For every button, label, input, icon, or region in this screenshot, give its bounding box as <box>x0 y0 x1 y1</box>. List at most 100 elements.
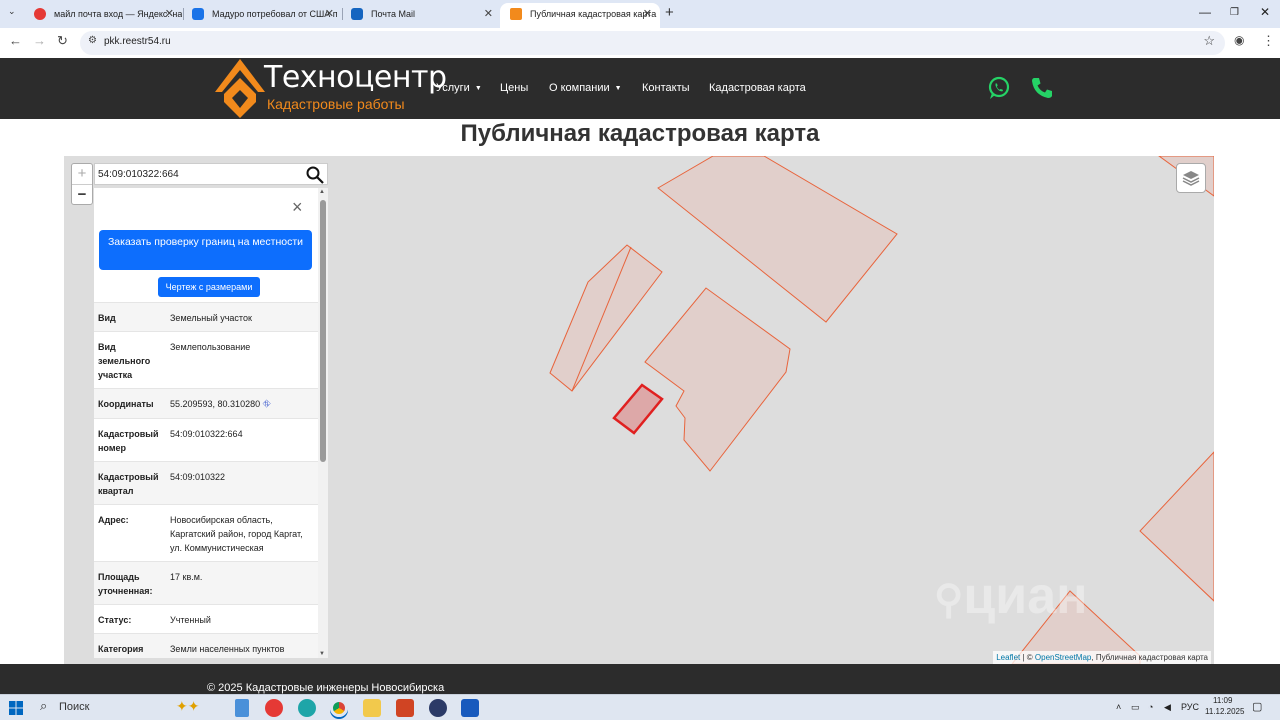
caret-down-icon: ▼ <box>474 85 482 92</box>
menu-contacts[interactable]: Контакты <box>642 82 690 94</box>
tray-network-icon[interactable]: ▭ <box>1131 702 1140 713</box>
bookmark-star-icon[interactable]: ☆ <box>1203 33 1215 49</box>
selected-parcel[interactable] <box>612 383 664 435</box>
panel-scrollbar[interactable]: ▲ ▼ <box>318 188 328 658</box>
info-row: Статус: Учтенный <box>94 604 318 633</box>
taskbar-search[interactable]: Поиск <box>59 701 89 713</box>
cadastral-search-box <box>94 163 328 185</box>
taskbar-powerpoint-icon[interactable] <box>396 699 414 717</box>
menu-cadastral-map[interactable]: Кадастровая карта <box>709 82 806 94</box>
menu-services[interactable]: Услуги ▼ <box>436 82 482 94</box>
forward-icon[interactable]: → <box>33 33 46 48</box>
tray-overflow-icon[interactable]: ˄ <box>1116 702 1121 712</box>
menu-prices[interactable]: Цены <box>500 82 528 94</box>
close-tab-icon[interactable]: ✕ <box>165 3 174 25</box>
info-key: Координаты <box>98 399 154 409</box>
copilot-sparkle-icon[interactable]: ✦✦ <box>176 698 199 715</box>
scroll-up-icon[interactable]: ▲ <box>319 189 325 195</box>
menu-label: Услуги <box>436 82 470 94</box>
taskbar-search-icon[interactable]: ⌕ <box>40 698 47 714</box>
close-panel-icon[interactable]: × <box>292 198 303 216</box>
cadastral-search-input[interactable] <box>98 167 298 181</box>
windows-start-icon[interactable] <box>9 701 23 715</box>
url-text[interactable]: pkk.reestr54.ru <box>104 36 171 47</box>
info-key: Адрес: <box>98 515 129 525</box>
coordinates-text: 55.209593, 80.310280 <box>170 399 261 409</box>
layers-button[interactable] <box>1176 163 1206 193</box>
site-info-icon[interactable]: ⚙ <box>88 35 97 46</box>
cadastral-map[interactable]: ⚲циан + − × Заказать проверку границ на … <box>64 156 1214 664</box>
taskbar-yandex-icon[interactable] <box>429 699 447 717</box>
address-bar-row: ← → ↻ ⚙ pkk.reestr54.ru ☆ ◉ ⋮ <box>0 28 1280 58</box>
close-tab-icon[interactable]: ✕ <box>643 3 652 25</box>
close-tab-icon[interactable]: ✕ <box>484 3 493 25</box>
site-header: Техноцентр Кадастровые работы Услуги ▼ Це… <box>0 58 1280 119</box>
close-tab-icon[interactable]: ✕ <box>325 3 334 25</box>
back-icon[interactable]: ← <box>9 33 22 48</box>
route-icon[interactable]: ⛗ <box>263 399 271 410</box>
info-key: Кадастровый номер <box>98 429 159 453</box>
footer-copyright: © 2025 Кадастровые инженеры Новосибирска <box>207 682 445 694</box>
whatsapp-icon[interactable] <box>987 76 1011 100</box>
info-value-coordinates: 55.209593, 80.310280 ⛗ <box>170 397 314 412</box>
phone-icon[interactable] <box>1030 76 1054 100</box>
close-window-icon[interactable]: ✕ <box>1260 5 1270 19</box>
browser-tab-news[interactable]: Мадуро потребовал от США п ✕ <box>182 3 342 28</box>
notifications-icon[interactable]: ▢ <box>1252 700 1262 713</box>
taskbar-chrome-icon[interactable] <box>330 699 348 717</box>
info-row: Категория земель Земли населенных пунктов <box>94 633 318 658</box>
osm-link[interactable]: OpenStreetMap <box>1035 653 1091 662</box>
omnibox[interactable]: ⚙ pkk.reestr54.ru ☆ <box>80 31 1225 55</box>
info-value: 54:09:010322:664 <box>170 429 243 439</box>
minimize-icon[interactable]: — <box>1199 5 1211 19</box>
search-icon[interactable] <box>306 166 324 184</box>
taskbar-word-icon[interactable] <box>461 699 479 717</box>
parcel[interactable] <box>657 156 898 323</box>
tab-search-dropdown-icon[interactable]: ⌄ <box>8 6 16 17</box>
tray-language[interactable]: РУС <box>1181 702 1199 712</box>
taskbar-app-files-icon[interactable] <box>235 699 249 717</box>
info-row: Кадастровый номер 54:09:010322:664 <box>94 418 318 461</box>
parcel[interactable] <box>549 244 663 392</box>
order-boundary-check-button[interactable]: Заказать проверку границ на местности <box>99 230 312 270</box>
windows-taskbar: ⌕ Поиск ✦✦ ˄ ▭ ◔ ◀ РУС 11:09 11.12.2025 … <box>0 694 1280 720</box>
tab-title: Публичная кадастровая карта <box>530 9 657 19</box>
browser-tab-yandex[interactable]: майл почта вход — Яндекс: на ✕ <box>24 3 182 28</box>
parcel[interactable] <box>1139 451 1214 602</box>
leaflet-link[interactable]: Leaflet <box>996 653 1020 662</box>
info-value: Землепользование <box>170 342 251 352</box>
watermark-pin-icon: ⚲ <box>934 578 964 622</box>
parcel-info-panel: × Заказать проверку границ на местности … <box>94 188 328 658</box>
page-title: Публичная кадастровая карта <box>460 120 820 147</box>
taskbar-file-explorer-icon[interactable] <box>363 699 381 717</box>
scrollbar-thumb[interactable] <box>320 200 326 462</box>
taskbar-edge-icon[interactable] <box>298 699 316 717</box>
info-row: Вид Земельный участок <box>94 302 318 331</box>
tekhnocentr-logo-icon[interactable] <box>214 58 266 119</box>
zoom-out-button[interactable]: − <box>72 184 92 204</box>
tray-date[interactable]: 11.12.2025 <box>1205 707 1244 716</box>
tray-wifi-icon[interactable]: ◔ <box>1148 702 1153 712</box>
restore-icon[interactable]: ❐ <box>1230 7 1239 18</box>
reload-icon[interactable]: ↻ <box>57 33 68 49</box>
info-row: Вид земельного участка Землепользование <box>94 331 318 388</box>
tray-volume-icon[interactable]: ◀ <box>1164 702 1171 713</box>
browser-tab-cadastral-map[interactable]: Публичная кадастровая карта ✕ <box>500 3 660 28</box>
info-value: Земли населенных пунктов <box>170 644 285 654</box>
info-value: Учтенный <box>170 615 211 625</box>
browser-menu-icon[interactable]: ⋮ <box>1262 33 1275 49</box>
new-tab-button[interactable]: + <box>665 4 674 21</box>
info-row: Площадь уточненная: 17 кв.м. <box>94 561 318 604</box>
scroll-down-icon[interactable]: ▼ <box>319 651 325 657</box>
tekhnocentr-favicon-icon <box>510 8 522 20</box>
browser-tab-mail[interactable]: Почта Mail ✕ <box>341 3 501 28</box>
mail-favicon-icon <box>351 8 363 20</box>
logo-title[interactable]: Техноцентр <box>264 60 447 95</box>
profile-icon[interactable]: ◉ <box>1234 33 1244 47</box>
taskbar-yandex-browser-icon[interactable] <box>265 699 283 717</box>
drawing-with-dimensions-button[interactable]: Чертеж с размерами <box>158 277 260 297</box>
menu-about[interactable]: О компании ▼ <box>549 82 622 94</box>
parcel[interactable] <box>644 287 791 472</box>
tray-time[interactable]: 11:09 <box>1213 696 1232 705</box>
zoom-in-button[interactable]: + <box>72 164 92 184</box>
